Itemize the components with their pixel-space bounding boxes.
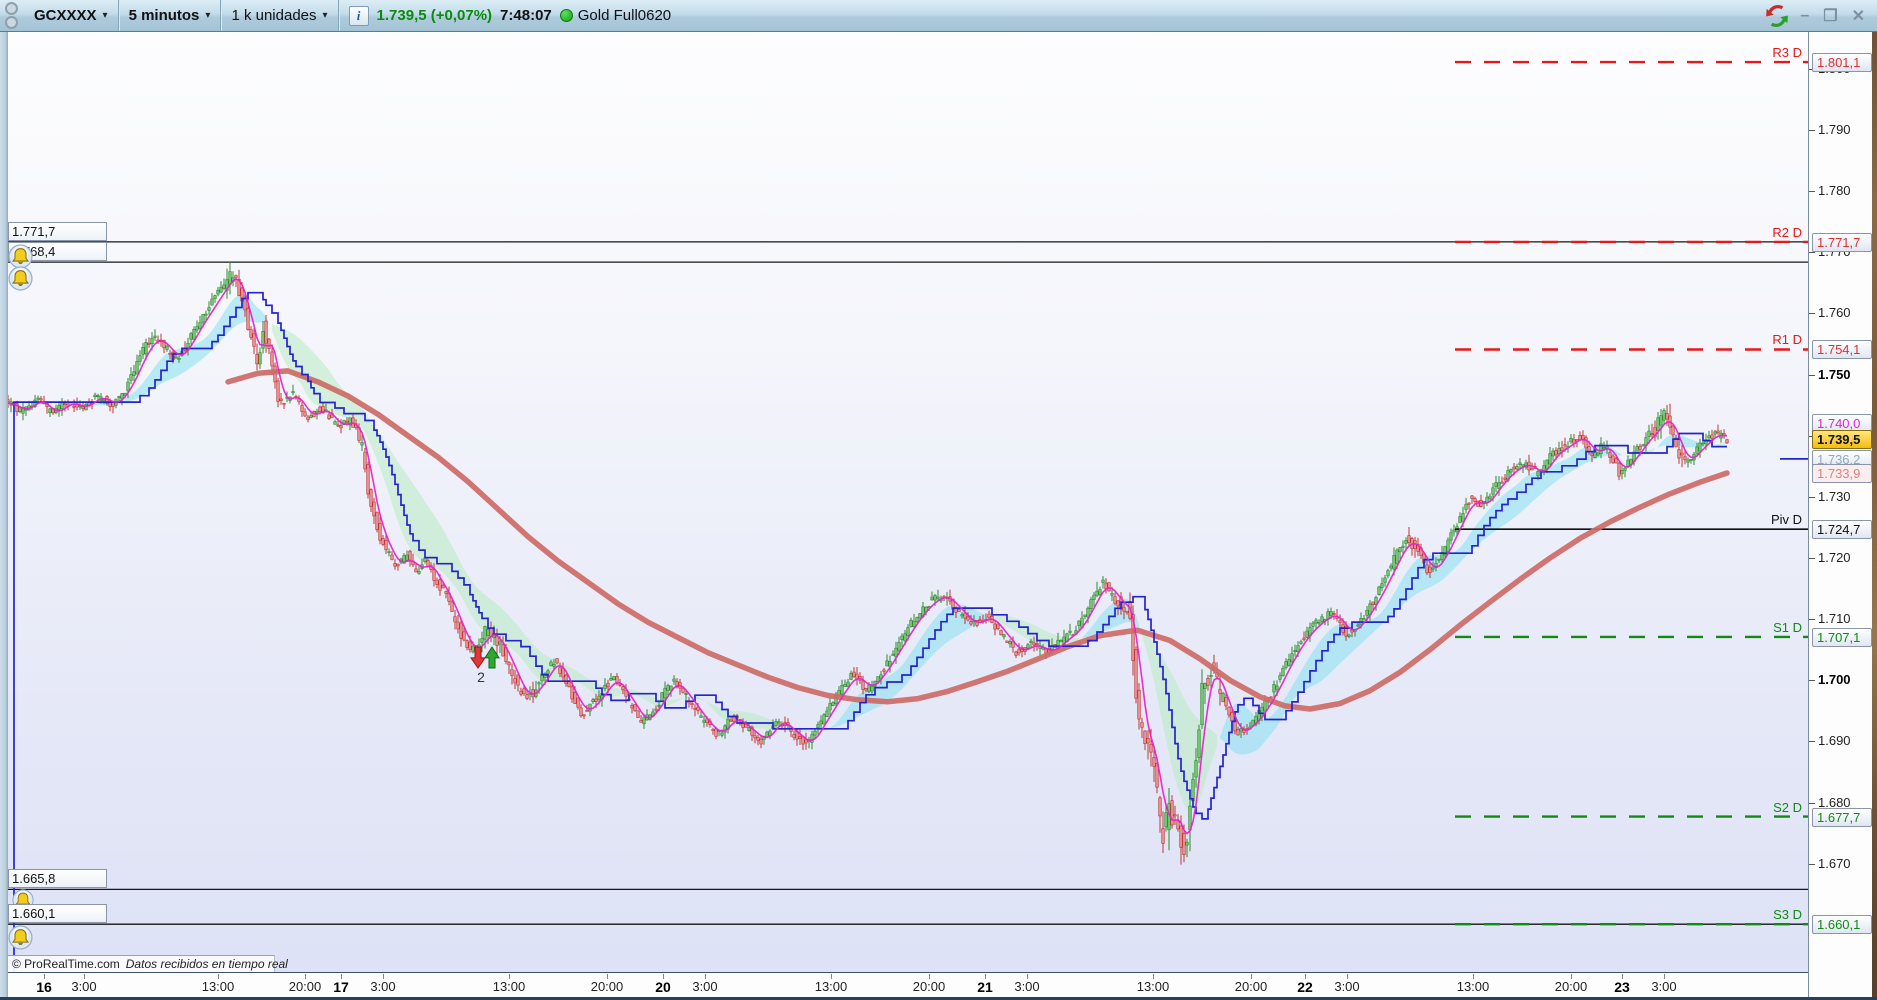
instrument-label: GCXXXX [34, 7, 97, 24]
toolbar-separator [337, 0, 339, 31]
axis-price-label: 1.754,1 [1812, 340, 1872, 360]
time-label: 20:00 [288, 978, 322, 994]
minimize-button[interactable]: – [1800, 7, 1809, 25]
pivot-level-label: R1 D [1772, 332, 1802, 348]
desktop-background-sliver [1872, 32, 1877, 1000]
axis-price-label: 1.677,7 [1812, 807, 1872, 827]
timeframe-dropdown[interactable]: 5 minutos ▾ [119, 0, 221, 31]
date-label: 23 [1614, 978, 1630, 995]
pivot-level-label: R2 D [1772, 224, 1802, 240]
date-label: 16 [36, 978, 52, 995]
copyright-bar: © ProRealTime.com Datos recibidos en tiem… [8, 955, 288, 972]
time-label: 3:00 [1014, 978, 1040, 994]
time-label: 3:00 [1651, 978, 1677, 994]
clock-time: 7:48:07 [500, 7, 552, 24]
price-tick-mark [1809, 741, 1815, 743]
time-axis[interactable]: 16 3:00 13:00 20:00 17 3:00 13:00 20:00 20 3:00 13… [8, 973, 1808, 998]
time-label: 20:00 [590, 978, 624, 994]
alarm-price-label[interactable]: 1.771,7 [8, 221, 107, 241]
feed-name: Gold Full0620 [577, 7, 672, 24]
price-tick-mark [1809, 619, 1815, 621]
prorealtime-window: GCXXXX ▾ 5 minutos ▾ 1 k unidades ▾ i 1.… [0, 0, 1877, 1000]
axis-price-label: 1.801,1 [1812, 53, 1872, 73]
time-label: 13:00 [1456, 978, 1490, 994]
chevron-down-icon: ▾ [322, 10, 328, 21]
time-label: 13:00 [492, 978, 526, 994]
chart-plot-area[interactable]: 2 © ProRealTime.com Datos recibidos en ti… [8, 32, 1808, 973]
restore-button[interactable]: ❐ [1823, 6, 1837, 26]
price-tick-mark [1809, 496, 1815, 498]
timeframe-label: 5 minutos [128, 7, 200, 24]
price-tick-label: 1.760 [1818, 305, 1851, 321]
price-tick-mark [1809, 863, 1815, 865]
alarm-price-label[interactable]: 1.660,1 [8, 904, 107, 924]
alarm-price-label[interactable]: 1.665,8 [8, 869, 107, 889]
price-tick-mark [1809, 557, 1815, 559]
axis-price-label: 1.724,7 [1812, 520, 1872, 540]
date-label: 17 [333, 978, 349, 995]
price-tick-mark [1809, 130, 1815, 131]
drag-handle-icon[interactable] [5, 2, 18, 29]
feed-status-dot-icon [559, 9, 573, 22]
svg-text:2: 2 [477, 669, 485, 685]
candlestick-chart: 2 [8, 60, 1808, 972]
price-tick-mark [1809, 374, 1815, 376]
time-label: 3:00 [71, 978, 97, 994]
axis-price-label: 1.660,1 [1812, 915, 1872, 935]
instrument-dropdown[interactable]: GCXXXX ▾ [24, 0, 118, 31]
last-price-change: 1.739,5 (+0,07%) [376, 7, 493, 24]
units-dropdown[interactable]: 1 k unidades ▾ [221, 0, 337, 31]
price-tick-mark [1809, 191, 1815, 193]
axis-price-label: 1.733,9 [1812, 463, 1872, 483]
feed-status-text: Datos recibidos en tiempo real [125, 957, 288, 971]
price-tick-mark [1809, 313, 1815, 315]
time-label: 3:00 [1334, 978, 1360, 994]
price-tick-label: 1.710 [1818, 611, 1851, 627]
time-label: 20:00 [1234, 978, 1268, 994]
price-tick-mark [1809, 252, 1815, 254]
date-label: 20 [655, 978, 671, 995]
close-button[interactable]: ✕ [1852, 6, 1865, 26]
price-axis[interactable]: 1.8001.7901.7801.7701.7601.7501.7401.730… [1808, 32, 1872, 1000]
price-tick-label: 1.790 [1818, 122, 1851, 137]
refresh-icon[interactable] [1765, 4, 1789, 28]
pivot-level-label: R3 D [1772, 45, 1802, 61]
last-price-label: 1.739,5 [1812, 429, 1872, 449]
pivot-level-label: S1 D [1773, 619, 1802, 635]
chart-toolbar: GCXXXX ▾ 5 minutos ▾ 1 k unidades ▾ i 1.… [0, 0, 1877, 32]
copyright-text: © ProRealTime.com [12, 957, 120, 971]
date-label: 21 [977, 978, 993, 995]
date-label: 22 [1297, 978, 1313, 995]
time-label: 3:00 [692, 978, 718, 994]
pivot-level-label: S2 D [1773, 799, 1802, 815]
price-tick-label: 1.730 [1818, 488, 1851, 504]
price-tick-label: 1.720 [1818, 549, 1851, 565]
window-left-edge [0, 32, 8, 1000]
info-icon[interactable]: i [348, 5, 369, 26]
axis-price-label: 1.771,7 [1812, 232, 1872, 252]
price-tick-mark [1809, 802, 1815, 804]
pivot-level-label: Piv D [1770, 512, 1802, 528]
time-label: 20:00 [1554, 978, 1588, 994]
price-tick-label: 1.690 [1818, 733, 1851, 749]
time-label: 13:00 [201, 978, 235, 994]
time-label: 3:00 [370, 978, 396, 994]
price-tick-mark [1809, 680, 1815, 682]
axis-price-label: 1.707,1 [1812, 627, 1872, 647]
chevron-down-icon: ▾ [205, 10, 211, 21]
chevron-down-icon: ▾ [102, 10, 108, 21]
price-tick-label: 1.670 [1818, 855, 1851, 871]
units-label: 1 k unidades [231, 7, 317, 24]
price-tick-label: 1.780 [1818, 183, 1851, 199]
price-tick-label: 1.750 [1818, 366, 1851, 382]
time-label: 20:00 [912, 978, 946, 994]
price-tick-label: 1.700 [1818, 672, 1851, 688]
time-label: 13:00 [1136, 978, 1170, 994]
time-label: 13:00 [814, 978, 848, 994]
pivot-level-label: S3 D [1773, 907, 1802, 923]
